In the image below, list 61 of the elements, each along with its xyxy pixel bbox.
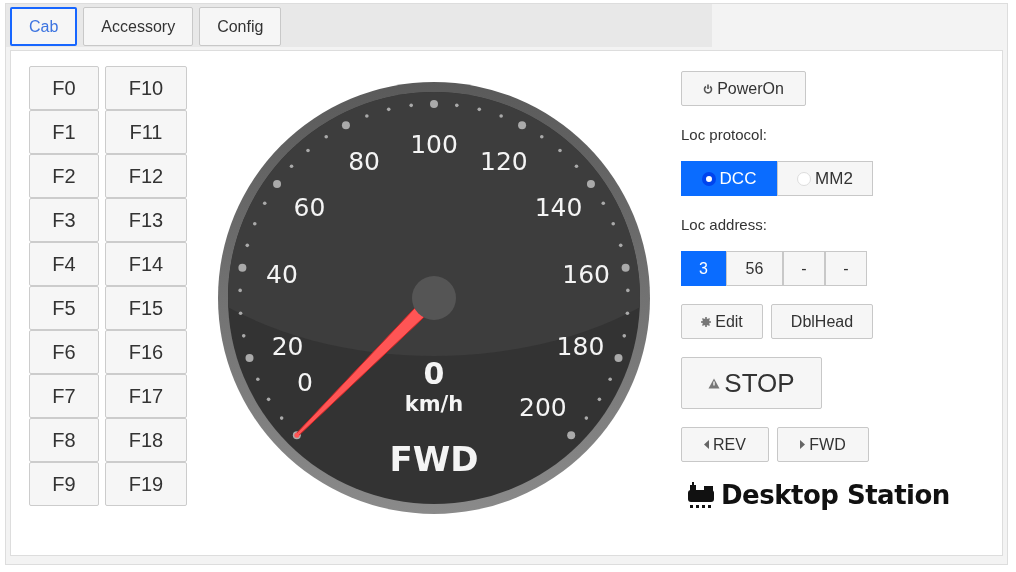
- function-button[interactable]: F6: [29, 330, 99, 374]
- address-button[interactable]: -: [783, 251, 825, 286]
- warning-icon: [708, 377, 721, 389]
- logo-text: Desktop Station: [721, 480, 950, 510]
- power-icon: [703, 83, 714, 94]
- protocol-radio-button[interactable]: MM2: [777, 161, 873, 196]
- protocol-label: Loc protocol:: [681, 126, 767, 143]
- function-button[interactable]: F17: [105, 374, 187, 418]
- function-button[interactable]: F18: [105, 418, 187, 462]
- function-button[interactable]: F19: [105, 462, 187, 506]
- gear-icon: [701, 316, 712, 327]
- address-button[interactable]: 56: [726, 251, 783, 286]
- scale-label: 160: [562, 259, 610, 289]
- function-button[interactable]: F10: [105, 66, 187, 110]
- caret-left-icon: [704, 440, 710, 449]
- scale-label: 100: [410, 130, 458, 159]
- address-button[interactable]: 3: [681, 251, 726, 286]
- address-button[interactable]: -: [825, 251, 867, 286]
- speed-value: 0: [423, 356, 445, 391]
- scale-label: 60: [293, 193, 326, 223]
- scale-label: 200: [519, 392, 567, 422]
- scale-label: 120: [480, 146, 528, 176]
- scale-label: 40: [266, 259, 298, 289]
- scale-label: 80: [348, 146, 380, 176]
- function-button[interactable]: F3: [29, 198, 99, 242]
- needle-hub: [412, 276, 456, 320]
- scale-label: 180: [556, 331, 605, 361]
- function-button[interactable]: F2: [29, 154, 99, 198]
- function-button[interactable]: F16: [105, 330, 187, 374]
- function-button[interactable]: F12: [105, 154, 187, 198]
- function-button[interactable]: F13: [105, 198, 187, 242]
- function-button[interactable]: F15: [105, 286, 187, 330]
- address-label: Loc address:: [681, 216, 767, 233]
- power-button[interactable]: PowerOn: [681, 71, 806, 106]
- radio-icon: [701, 171, 716, 186]
- locomotive-icon: [687, 481, 715, 509]
- function-button[interactable]: F1: [29, 110, 99, 154]
- function-button[interactable]: F11: [105, 110, 187, 154]
- function-button[interactable]: F7: [29, 374, 99, 418]
- function-button[interactable]: F9: [29, 462, 99, 506]
- scale-label: 140: [534, 193, 583, 223]
- function-button[interactable]: F4: [29, 242, 99, 286]
- speed-unit: km/h: [404, 392, 464, 416]
- caret-right-icon: [800, 440, 806, 449]
- direction-label: FWD: [389, 439, 479, 479]
- function-button[interactable]: F0: [29, 66, 99, 110]
- tab[interactable]: Config: [199, 7, 282, 46]
- function-button[interactable]: F14: [105, 242, 187, 286]
- function-button[interactable]: F5: [29, 286, 99, 330]
- tab[interactable]: Accessory: [83, 7, 194, 46]
- protocol-radio-button[interactable]: DCC: [681, 161, 777, 196]
- tab[interactable]: Cab: [10, 7, 78, 46]
- direction-button[interactable]: FWD: [777, 427, 869, 462]
- double-head-button[interactable]: DblHead: [771, 304, 873, 339]
- stop-button[interactable]: STOP: [681, 357, 822, 409]
- direction-button[interactable]: REV: [681, 427, 769, 462]
- scale-label: 20: [271, 331, 304, 361]
- radio-icon: [797, 171, 812, 186]
- edit-button[interactable]: Edit: [681, 304, 763, 339]
- scale-label: 0: [296, 367, 313, 397]
- function-button[interactable]: F8: [29, 418, 99, 462]
